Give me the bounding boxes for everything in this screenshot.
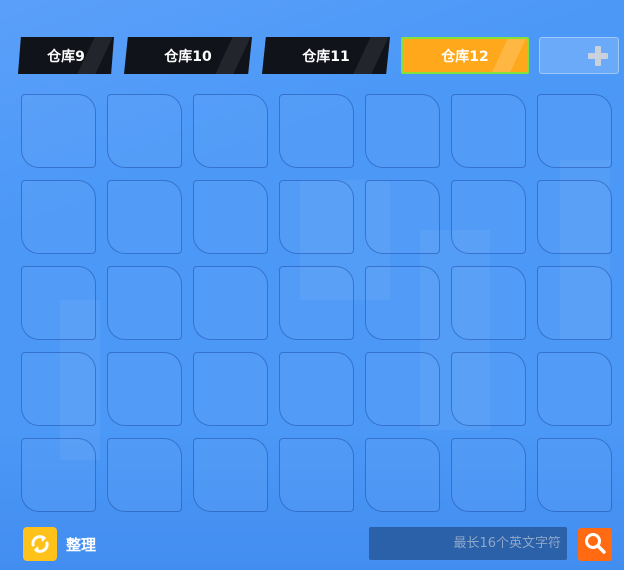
inventory-slot[interactable]: [365, 352, 440, 426]
inventory-slot[interactable]: [279, 266, 354, 340]
inventory-slot[interactable]: [193, 352, 268, 426]
add-warehouse-button[interactable]: [539, 37, 619, 74]
inventory-slot[interactable]: [365, 438, 440, 512]
inventory-slot[interactable]: [451, 352, 526, 426]
tab-warehouse-10[interactable]: 仓库10: [124, 37, 252, 74]
inventory-slot[interactable]: [451, 438, 526, 512]
inventory-slot[interactable]: [537, 438, 612, 512]
inventory-slot[interactable]: [365, 266, 440, 340]
bottom-bar: 整理: [0, 520, 624, 570]
sort-button[interactable]: 整理: [23, 527, 96, 561]
inventory-slot[interactable]: [451, 94, 526, 168]
inventory-slot[interactable]: [537, 180, 612, 254]
inventory-slot[interactable]: [537, 266, 612, 340]
plus-icon: [588, 45, 608, 66]
tab-label: 仓库10: [164, 48, 212, 65]
magnifier-icon: [583, 531, 607, 559]
inventory-slot[interactable]: [365, 94, 440, 168]
inventory-slot[interactable]: [537, 352, 612, 426]
inventory-slot[interactable]: [21, 266, 96, 340]
inventory-slot[interactable]: [107, 352, 182, 426]
inventory-slot[interactable]: [279, 352, 354, 426]
inventory-slot[interactable]: [21, 352, 96, 426]
inventory-slot[interactable]: [279, 180, 354, 254]
inventory-slot[interactable]: [107, 180, 182, 254]
tab-warehouse-11[interactable]: 仓库11: [262, 37, 390, 74]
inventory-slot[interactable]: [451, 180, 526, 254]
inventory-slot[interactable]: [279, 438, 354, 512]
search-button[interactable]: [578, 528, 612, 561]
inventory-slot[interactable]: [21, 438, 96, 512]
inventory-slot[interactable]: [107, 94, 182, 168]
inventory-grid: [21, 94, 624, 514]
inventory-slot[interactable]: [107, 438, 182, 512]
tab-label: 仓库11: [302, 48, 350, 65]
search-box: [369, 527, 567, 560]
warehouse-tabs: 仓库9 仓库10 仓库11 仓库12: [0, 37, 624, 75]
inventory-slot[interactable]: [365, 180, 440, 254]
inventory-slot[interactable]: [193, 180, 268, 254]
tab-warehouse-9[interactable]: 仓库9: [18, 37, 114, 74]
inventory-slot[interactable]: [21, 94, 96, 168]
tab-warehouse-12[interactable]: 仓库12: [401, 37, 529, 74]
inventory-slot[interactable]: [193, 266, 268, 340]
inventory-slot[interactable]: [451, 266, 526, 340]
refresh-arrows-icon: [23, 527, 57, 561]
inventory-slot[interactable]: [21, 180, 96, 254]
sort-label: 整理: [66, 535, 97, 554]
inventory-slot[interactable]: [107, 266, 182, 340]
tab-label: 仓库9: [47, 48, 85, 65]
tab-label: 仓库12: [441, 48, 489, 65]
inventory-slot[interactable]: [193, 438, 268, 512]
search-input[interactable]: [369, 527, 567, 560]
inventory-slot[interactable]: [537, 94, 612, 168]
inventory-slot[interactable]: [279, 94, 354, 168]
inventory-slot[interactable]: [193, 94, 268, 168]
